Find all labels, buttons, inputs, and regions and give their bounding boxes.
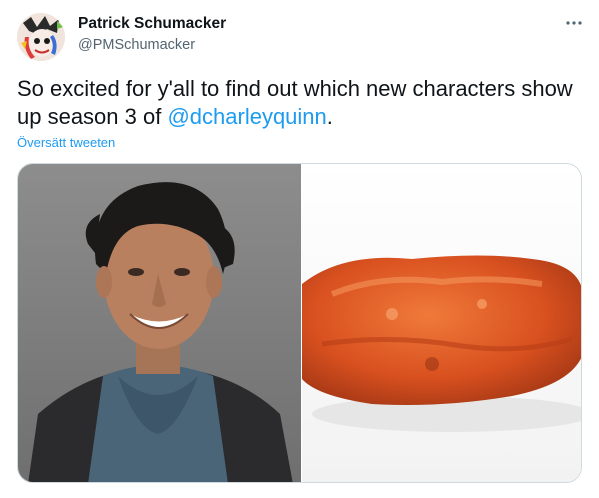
tweet-media[interactable]	[17, 163, 582, 483]
tweet-text: So excited for y'all to find out which n…	[17, 75, 577, 131]
translate-tweet-link[interactable]: Översätt tweeten	[17, 135, 115, 150]
tweet-text-end: .	[326, 104, 333, 129]
more-options-icon[interactable]	[561, 10, 587, 36]
portrait-illustration	[18, 164, 301, 482]
chicken-wing-illustration	[302, 164, 581, 482]
mention-link[interactable]: @dcharleyquinn	[167, 104, 326, 129]
tweet-card: Patrick Schumacker @PMSchumacker So exci…	[0, 0, 599, 498]
ellipsis-icon	[566, 21, 582, 25]
author-handle[interactable]: @PMSchumacker	[78, 37, 195, 53]
portrait-photo[interactable]	[18, 164, 301, 482]
author-name[interactable]: Patrick Schumacker	[78, 15, 226, 33]
chicken-wing-photo[interactable]	[302, 164, 581, 482]
avatar[interactable]	[17, 13, 65, 61]
avatar-illustration	[17, 13, 65, 61]
